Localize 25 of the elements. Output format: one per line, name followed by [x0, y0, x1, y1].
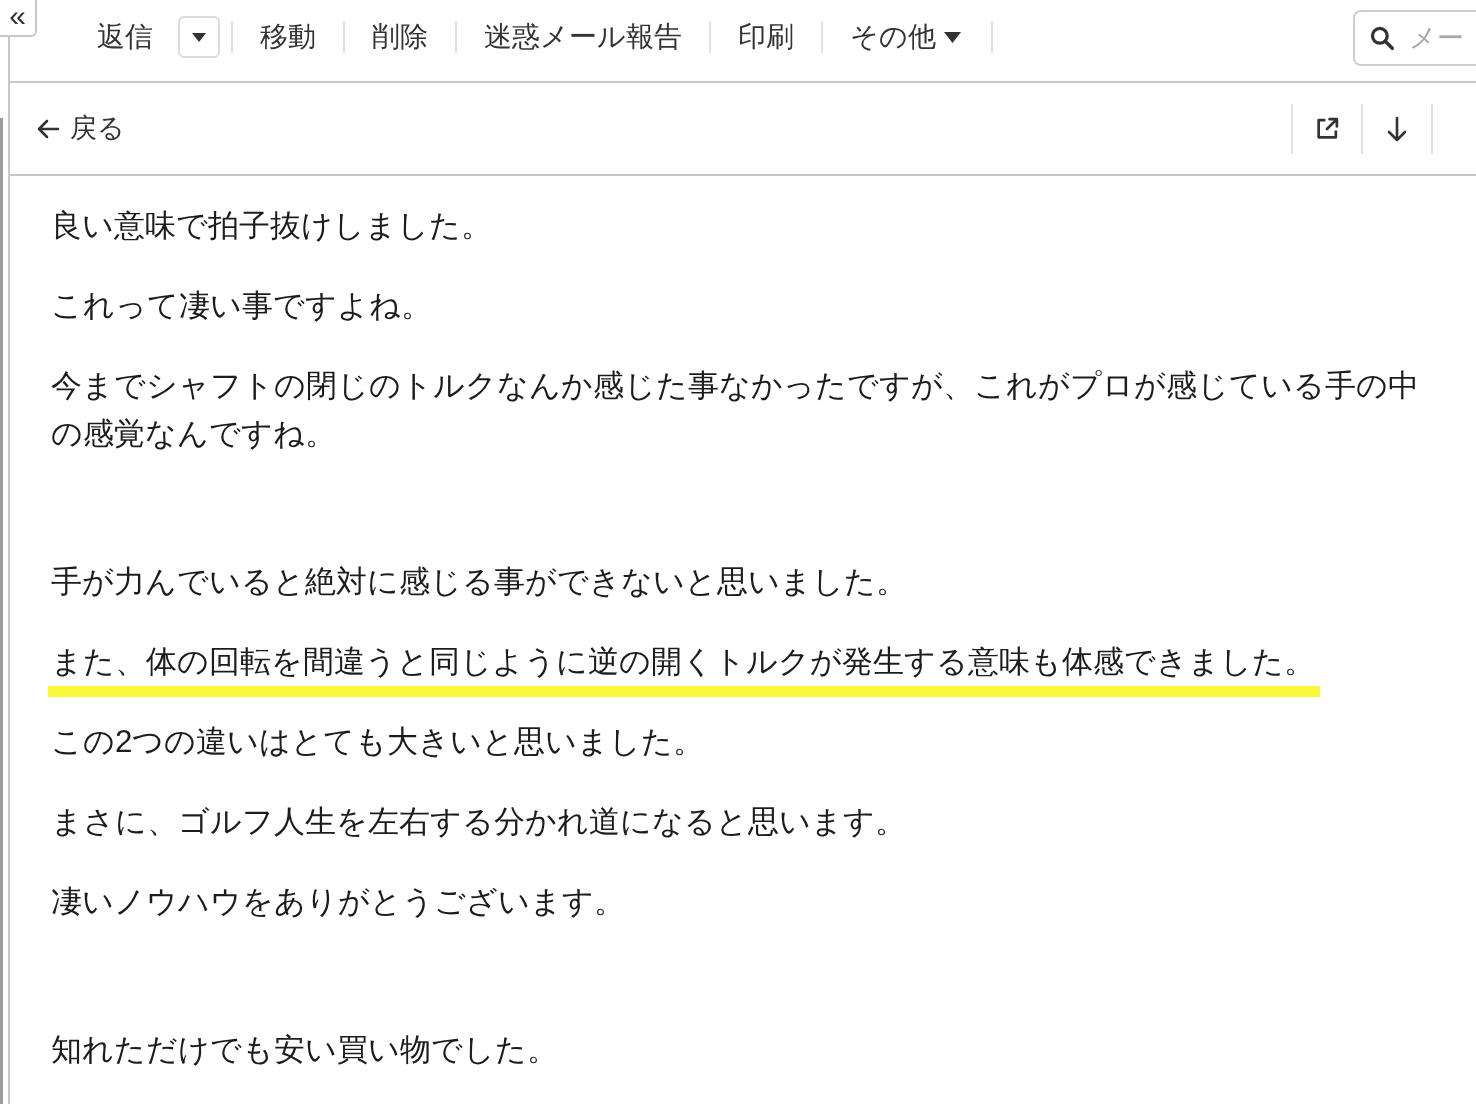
message-paragraph: 手が力んでいると絶対に感じる事ができないと思いました。 — [51, 563, 907, 601]
back-button[interactable]: 戻る — [36, 115, 125, 142]
message-paragraph: これって凄い事ですよね。 — [51, 287, 432, 325]
left-arrow-icon — [36, 117, 60, 140]
toolbar-button[interactable]: 返信 — [70, 23, 178, 51]
caret-down-icon — [944, 31, 961, 43]
menu-button[interactable]: その他 — [823, 23, 991, 51]
external-link-icon — [1314, 116, 1340, 141]
message-paragraph: 凄いノウハウをありがとうございます。 — [51, 883, 625, 921]
message-paragraph: また、体の回転を間違うと同じように逆の開くトルクが発生する意味も体感できました。 — [51, 643, 1315, 681]
message-paragraph: 知れただけでも安い買い物でした。 — [51, 1031, 558, 1069]
dropdown-button[interactable] — [178, 16, 220, 58]
toolbar-button[interactable]: 印刷 — [711, 23, 821, 51]
collapse-button[interactable]: « — [0, 0, 37, 37]
message-paragraph: まさに、ゴルフ人生を左右する分かれ道になると思います。 — [51, 803, 906, 841]
toolbar-button[interactable]: 移動 — [233, 23, 343, 51]
message-paragraph: 今までシャフトの閉じのトルクなんか感じた事なかったですが、これがプロが感じている手の中の感覚なんですね。 — [51, 367, 1420, 453]
search-field[interactable]: メー — [1353, 10, 1476, 66]
message-paragraph: 良い意味で拍子抜けしました。 — [51, 207, 492, 245]
toolbar-button[interactable]: 削除 — [345, 23, 455, 51]
toolbar-button[interactable]: 迷惑メール報告 — [457, 23, 709, 51]
down-arrow-icon — [1386, 115, 1408, 142]
search-icon — [1369, 25, 1395, 51]
message-paragraph: この2つの違いはとても大きいと思いました。 — [51, 723, 705, 761]
caret-down-icon — [192, 32, 206, 42]
